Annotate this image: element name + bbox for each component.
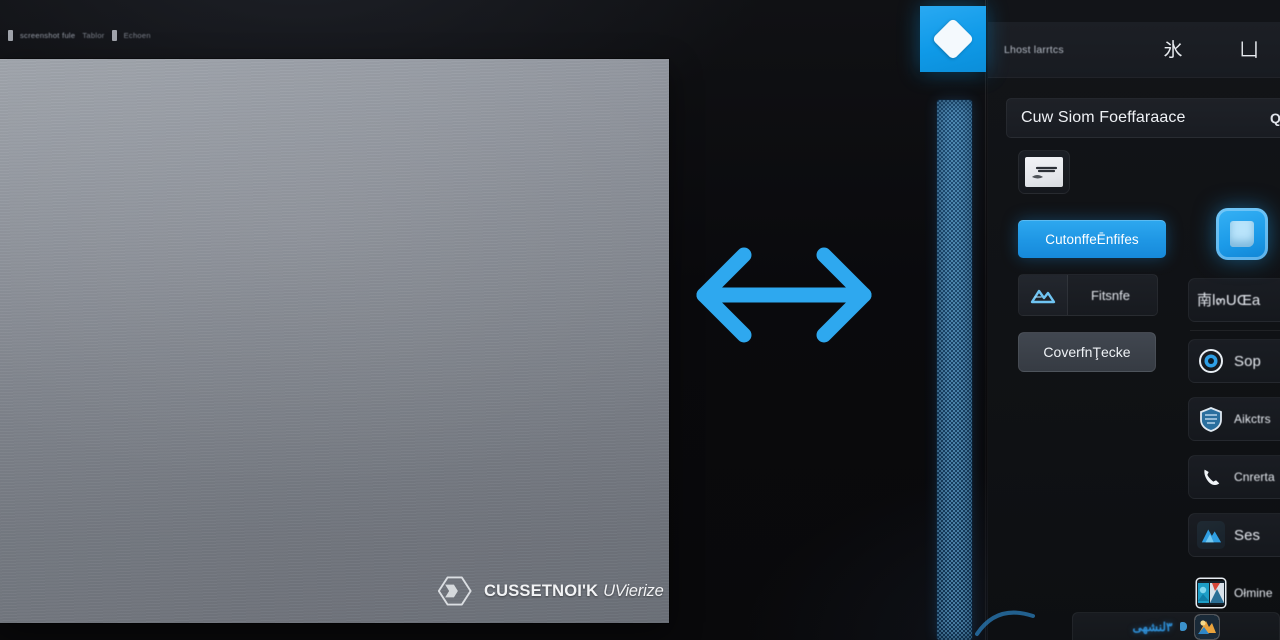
list-item-tags[interactable]: 南l๓UŒa bbox=[1188, 278, 1280, 322]
shield-glyph bbox=[1200, 407, 1222, 432]
bottom-status-text: ٣لنشهى bbox=[1132, 619, 1173, 634]
list-item-contacts-label: Cnrerta bbox=[1234, 470, 1275, 484]
preference-title-card[interactable]: Cuw Siom Foeffaraace QƆ bbox=[1006, 98, 1280, 138]
mountains-glyph bbox=[1030, 289, 1056, 304]
settings-list-column: 南l๓UŒa Sop Aikctrs Cnrerta Ses Ołmine bbox=[1188, 206, 1280, 615]
list-item-sessions[interactable]: Ses bbox=[1188, 513, 1280, 557]
filter-split-button[interactable]: Fitsnfe bbox=[1018, 274, 1158, 316]
breadcrumb-marker-icon bbox=[8, 29, 13, 41]
save-glyph-icon[interactable]: 凵 bbox=[1232, 33, 1266, 67]
list-item-attributes[interactable]: Aikctrs bbox=[1188, 397, 1280, 441]
bottom-status-dot-icon bbox=[1180, 622, 1188, 631]
list-item-contacts[interactable]: Cnrerta bbox=[1188, 455, 1280, 499]
breadcrumb: screenshot fule Tablor Echoen bbox=[8, 29, 151, 41]
list-item-offline-label: Ołmine bbox=[1234, 586, 1273, 600]
action-button-column: CutonffeĒnfifes Fitsnfe CoverfnŢeckе bbox=[1018, 220, 1174, 372]
thumbnail-sketch-icon bbox=[1032, 166, 1058, 179]
watermark-title: CUSSETNOI'K bbox=[484, 581, 599, 600]
app-header-title: Lhost larrtcs bbox=[1004, 44, 1064, 56]
preview-thumbnail bbox=[1025, 157, 1063, 187]
list-divider bbox=[1190, 330, 1280, 331]
decorative-swoosh-icon bbox=[975, 610, 1035, 636]
landscape-icon bbox=[1197, 521, 1225, 549]
dithered-texture-strip bbox=[937, 100, 972, 640]
customize-entries-label: CutonffeĒnfifes bbox=[1045, 231, 1139, 247]
asterisk-glyph-icon[interactable]: 氷 bbox=[1156, 33, 1190, 67]
preference-title-text: Cuw Siom Foeffaraace bbox=[1021, 109, 1186, 126]
app-badge-glyph bbox=[1195, 614, 1220, 639]
landscape-glyph bbox=[1201, 529, 1222, 543]
breadcrumb-segment-1[interactable]: screenshot fule bbox=[20, 31, 75, 40]
canvas-watermark: CUSSETNOI'K UVierize bbox=[438, 575, 664, 607]
phone-icon bbox=[1197, 463, 1225, 491]
breadcrumb-separator-icon bbox=[111, 29, 117, 41]
mountains-icon[interactable] bbox=[1019, 275, 1068, 315]
list-item-tags-label: 南l๓UŒa bbox=[1197, 292, 1261, 309]
breadcrumb-segment-2[interactable]: Tablor bbox=[82, 31, 104, 40]
list-item-support-label: Sop bbox=[1234, 352, 1261, 370]
brand-logo-tile[interactable] bbox=[920, 6, 986, 72]
shield-icon bbox=[1197, 405, 1225, 433]
preview-thumbnail-button[interactable] bbox=[1018, 150, 1070, 194]
resize-double-arrow[interactable] bbox=[686, 243, 882, 347]
list-item-attributes-label: Aikctrs bbox=[1234, 412, 1271, 426]
preference-title-badge: QƆ bbox=[1270, 110, 1280, 126]
convert-interface-button[interactable]: CoverfnŢeckе bbox=[1018, 332, 1156, 372]
app-badge-icon[interactable] bbox=[1195, 614, 1220, 639]
target-glyph bbox=[1199, 349, 1223, 373]
watermark-subtitle: UVierize bbox=[603, 581, 664, 600]
list-item-offline[interactable]: Ołmine bbox=[1188, 571, 1280, 615]
app-header: Lhost larrtcs 氷 凵 bbox=[988, 22, 1280, 78]
canvas-watermark-text: CUSSETNOI'K UVierize bbox=[484, 582, 664, 601]
screenshot-root: screenshot fule Tablor Echoen CUSSETNOI'… bbox=[0, 0, 1280, 640]
bottom-status-card[interactable]: ٣لنشهى bbox=[1072, 612, 1280, 640]
diamond-logo-icon bbox=[931, 17, 975, 61]
canvas-panel[interactable]: CUSSETNOI'K UVierize bbox=[0, 59, 669, 623]
hexagon-logo-icon bbox=[438, 576, 472, 606]
photo-glyph bbox=[1197, 581, 1225, 605]
target-icon bbox=[1197, 347, 1225, 375]
list-item-sessions-label: Ses bbox=[1234, 526, 1261, 544]
app-tile-glyph-icon bbox=[1230, 221, 1254, 247]
panel-edge-divider bbox=[985, 0, 986, 640]
convert-interface-label: CoverfnŢeckе bbox=[1043, 344, 1131, 360]
photo-icon bbox=[1197, 579, 1225, 607]
list-item-support[interactable]: Sop bbox=[1188, 339, 1280, 383]
filter-button-label: Fitsnfe bbox=[1090, 287, 1130, 303]
double-headed-horizontal-arrow-icon bbox=[696, 247, 872, 343]
phone-glyph bbox=[1204, 469, 1220, 486]
featured-app-icon[interactable] bbox=[1216, 208, 1268, 260]
breadcrumb-segment-3[interactable]: Echoen bbox=[124, 31, 151, 40]
customize-entries-button[interactable]: CutonffeĒnfifes bbox=[1018, 220, 1166, 258]
topbar: screenshot fule Tablor Echoen bbox=[0, 0, 920, 58]
